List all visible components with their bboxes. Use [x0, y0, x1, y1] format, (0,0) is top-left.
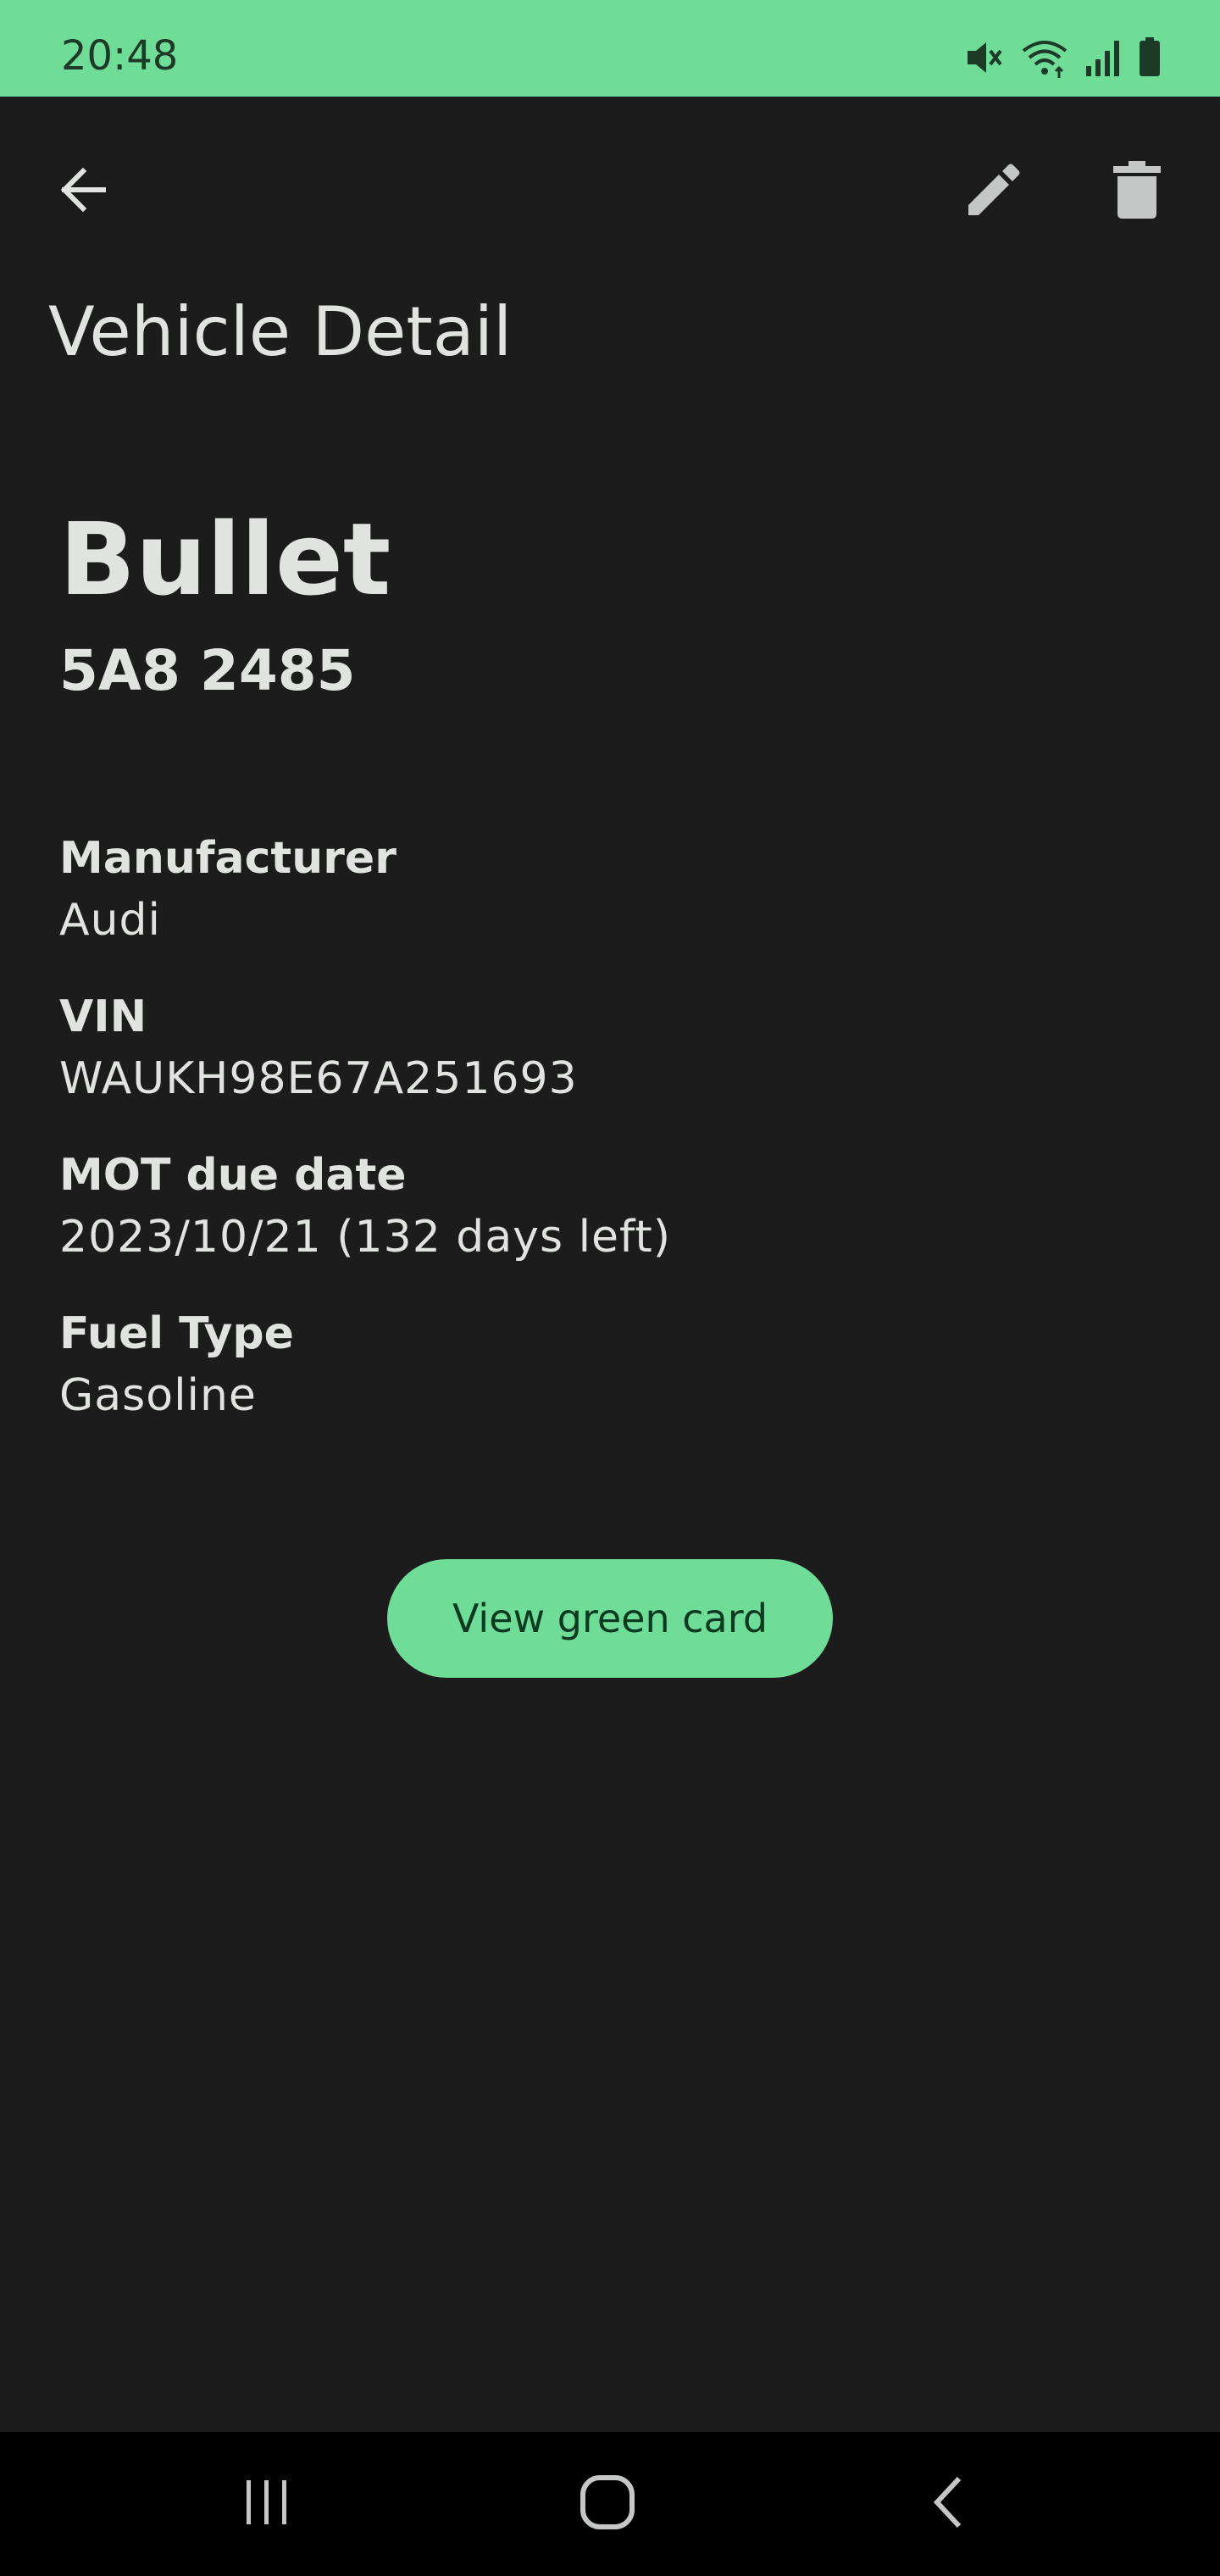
mot-field: MOT due date 2023/10/21 (132 days left)	[59, 1146, 671, 1269]
vin-field: VIN WAUKH98E67A251693	[59, 987, 578, 1111]
system-navigation-bar	[0, 2432, 1220, 2576]
vehicle-detail-screen: 20:48 Vehicle Detail Bullet 5A8 2485 Man…	[0, 0, 1220, 2576]
home-icon	[579, 2473, 636, 2534]
battery-icon	[1137, 34, 1162, 81]
back-button[interactable]	[36, 144, 130, 239]
vin-value: WAUKH98E67A251693	[59, 1053, 578, 1104]
pencil-icon	[963, 159, 1024, 224]
vehicle-name: Bullet	[59, 501, 391, 618]
status-time: 20:48	[61, 32, 179, 80]
vehicle-plate: 5A8 2485	[59, 638, 356, 703]
manufacturer-label: Manufacturer	[59, 833, 396, 884]
vin-label: VIN	[59, 991, 147, 1042]
top-app-bar	[0, 97, 1220, 286]
trash-icon	[1112, 159, 1162, 224]
arrow-back-icon	[56, 163, 110, 220]
manufacturer-value: Audi	[59, 895, 161, 946]
manufacturer-field: Manufacturer Audi	[59, 829, 396, 952]
recents-button[interactable]	[208, 2453, 326, 2555]
status-icons	[964, 34, 1162, 81]
mute-icon	[964, 34, 1005, 81]
back-icon	[929, 2475, 969, 2533]
view-green-card-button[interactable]: View green card	[387, 1559, 833, 1678]
nav-back-button[interactable]	[890, 2453, 1008, 2555]
fuel-type-label: Fuel Type	[59, 1308, 294, 1359]
wifi-icon	[1020, 34, 1069, 81]
status-bar: 20:48	[0, 0, 1220, 97]
delete-button[interactable]	[1090, 144, 1184, 239]
edit-button[interactable]	[946, 144, 1041, 239]
mot-value: 2023/10/21 (132 days left)	[59, 1212, 672, 1263]
signal-icon	[1084, 34, 1122, 81]
mot-label: MOT due date	[59, 1150, 407, 1201]
fuel-type-value: Gasoline	[59, 1370, 257, 1421]
fuel-type-field: Fuel Type Gasoline	[59, 1304, 294, 1428]
page-title: Vehicle Detail	[48, 292, 513, 371]
home-button[interactable]	[548, 2453, 667, 2555]
recents-icon	[240, 2475, 294, 2533]
